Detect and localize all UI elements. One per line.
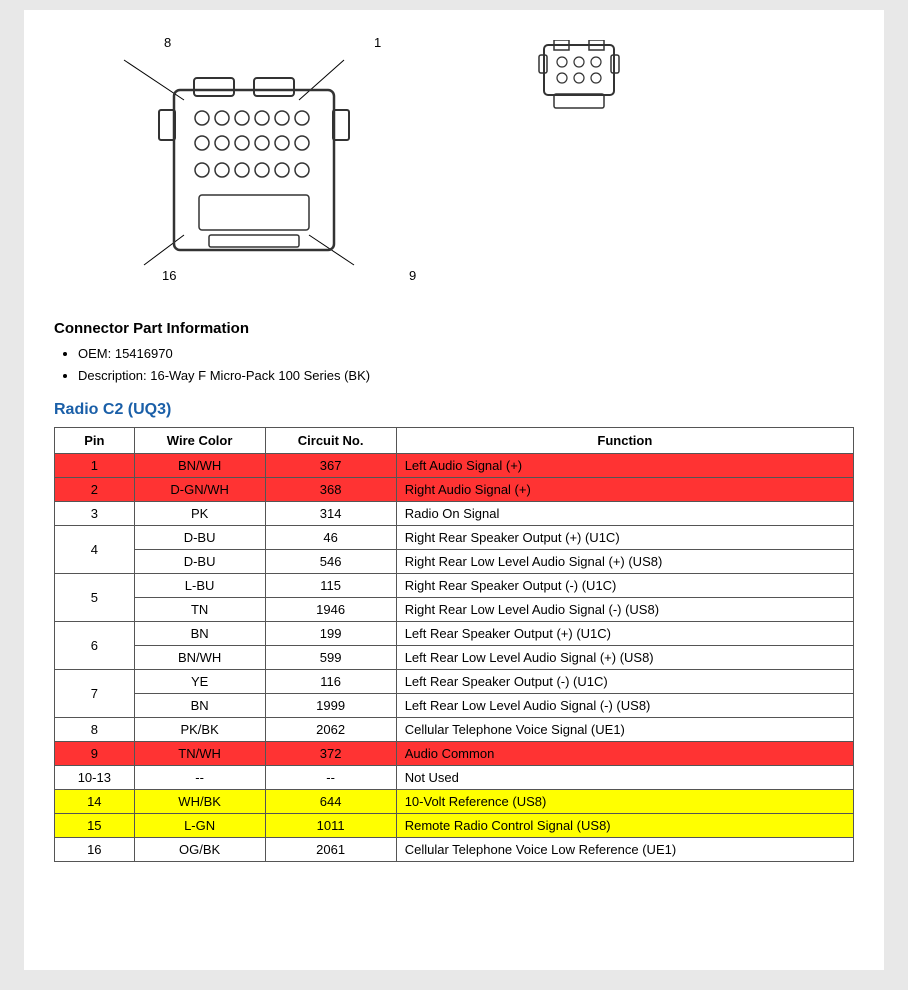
- table-row: Cellular Telephone Voice Signal (UE1): [396, 718, 853, 742]
- table-row: 644: [265, 790, 396, 814]
- table-row: Radio On Signal: [396, 502, 853, 526]
- table-row: 46: [265, 526, 396, 550]
- diagram-area: 8 1 16 9: [54, 30, 854, 300]
- table-row: 1011: [265, 814, 396, 838]
- table-row: 368: [265, 478, 396, 502]
- col-circuit: Circuit No.: [265, 428, 396, 454]
- table-row: Left Audio Signal (+): [396, 454, 853, 478]
- table-row: BN: [134, 622, 265, 646]
- connector-info: Connector Part Information OEM: 15416970…: [54, 320, 854, 387]
- table-row: YE: [134, 670, 265, 694]
- table-row: Audio Common: [396, 742, 853, 766]
- table-row: 2062: [265, 718, 396, 742]
- table-row: 7: [55, 670, 135, 718]
- label-1: 1: [374, 35, 381, 50]
- col-function: Function: [396, 428, 853, 454]
- table-row: 2: [55, 478, 135, 502]
- table-row: 115: [265, 574, 396, 598]
- table-row: 1: [55, 454, 135, 478]
- table-row: Remote Radio Control Signal (US8): [396, 814, 853, 838]
- table-row: 1999: [265, 694, 396, 718]
- table-row: --: [134, 766, 265, 790]
- table-row: Not Used: [396, 766, 853, 790]
- table-row: --: [265, 766, 396, 790]
- connector-info-list: OEM: 15416970 Description: 16-Way F Micr…: [54, 343, 854, 387]
- table-row: 4: [55, 526, 135, 574]
- table-row: Right Rear Speaker Output (+) (U1C): [396, 526, 853, 550]
- table-row: Right Rear Low Level Audio Signal (+) (U…: [396, 550, 853, 574]
- connector-info-description: Description: 16-Way F Micro-Pack 100 Ser…: [78, 365, 854, 387]
- connector-info-oem: OEM: 15416970: [78, 343, 854, 365]
- table-row: BN/WH: [134, 454, 265, 478]
- table-row: Left Rear Low Level Audio Signal (-) (US…: [396, 694, 853, 718]
- table-row: 3: [55, 502, 135, 526]
- col-pin: Pin: [55, 428, 135, 454]
- table-row: Cellular Telephone Voice Low Reference (…: [396, 838, 853, 862]
- table-row: OG/BK: [134, 838, 265, 862]
- label-16: 16: [162, 268, 176, 283]
- table-row: Left Rear Speaker Output (-) (U1C): [396, 670, 853, 694]
- table-row: 116: [265, 670, 396, 694]
- table-row: 314: [265, 502, 396, 526]
- table-row: D-BU: [134, 550, 265, 574]
- table-row: 1946: [265, 598, 396, 622]
- table-row: 6: [55, 622, 135, 670]
- table-row: 9: [55, 742, 135, 766]
- table-row: L-GN: [134, 814, 265, 838]
- page: 8 1 16 9: [24, 10, 884, 970]
- table-row: 199: [265, 622, 396, 646]
- table-row: 10-13: [55, 766, 135, 790]
- table-row: 8: [55, 718, 135, 742]
- table-row: 372: [265, 742, 396, 766]
- connector-info-heading: Connector Part Information: [54, 320, 854, 337]
- table-row: PK: [134, 502, 265, 526]
- small-connector-diagram: [534, 40, 624, 115]
- table-row: 367: [265, 454, 396, 478]
- connector-diagram: [114, 40, 394, 290]
- table-row: TN: [134, 598, 265, 622]
- table-row: 599: [265, 646, 396, 670]
- table-row: 5: [55, 574, 135, 622]
- table-row: PK/BK: [134, 718, 265, 742]
- table-row: D-BU: [134, 526, 265, 550]
- table-row: Right Audio Signal (+): [396, 478, 853, 502]
- table-row: 10-Volt Reference (US8): [396, 790, 853, 814]
- table-row: BN: [134, 694, 265, 718]
- table-row: Left Rear Speaker Output (+) (U1C): [396, 622, 853, 646]
- col-wire: Wire Color: [134, 428, 265, 454]
- table-row: 15: [55, 814, 135, 838]
- pin-table: Pin Wire Color Circuit No. Function 1BN/…: [54, 427, 854, 862]
- table-row: WH/BK: [134, 790, 265, 814]
- table-row: 14: [55, 790, 135, 814]
- table-row: D-GN/WH: [134, 478, 265, 502]
- table-row: BN/WH: [134, 646, 265, 670]
- table-row: Left Rear Low Level Audio Signal (+) (US…: [396, 646, 853, 670]
- table-row: 2061: [265, 838, 396, 862]
- label-9: 9: [409, 268, 416, 283]
- radio-heading: Radio C2 (UQ3): [54, 401, 854, 419]
- label-8: 8: [164, 35, 171, 50]
- table-row: TN/WH: [134, 742, 265, 766]
- table-row: Right Rear Low Level Audio Signal (-) (U…: [396, 598, 853, 622]
- table-row: 546: [265, 550, 396, 574]
- table-row: L-BU: [134, 574, 265, 598]
- table-row: 16: [55, 838, 135, 862]
- table-row: Right Rear Speaker Output (-) (U1C): [396, 574, 853, 598]
